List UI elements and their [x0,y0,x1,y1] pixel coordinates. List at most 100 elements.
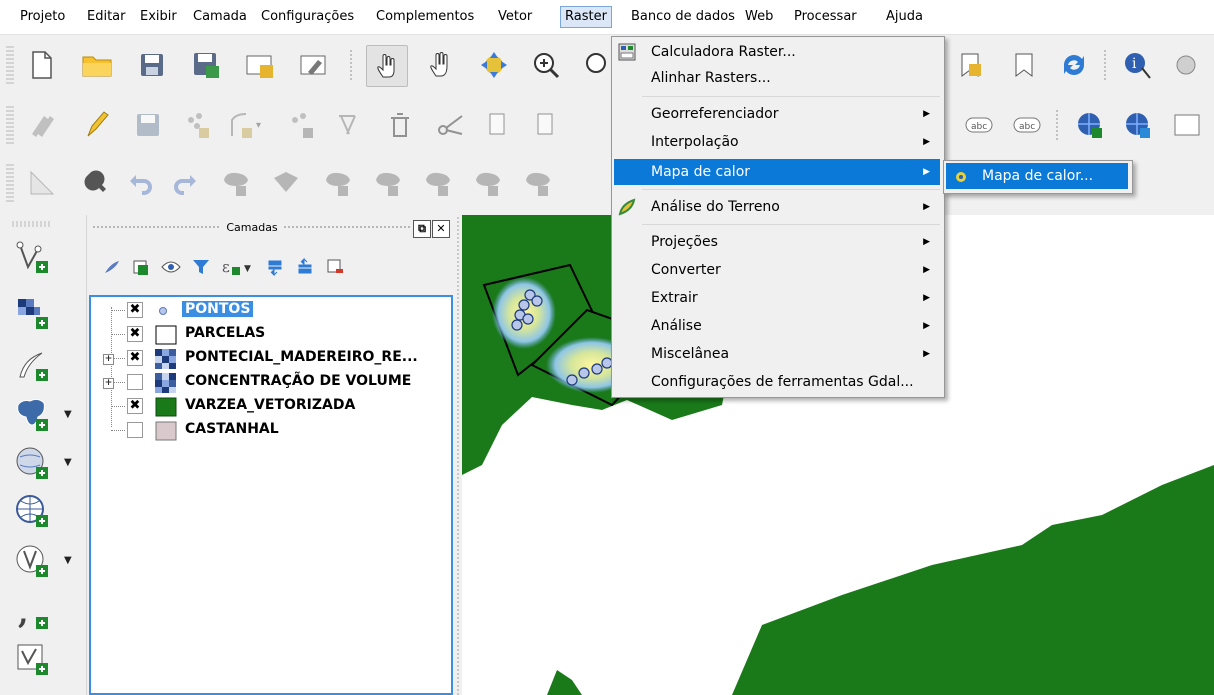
reshape-features-icon[interactable] [468,163,508,203]
toggle-editing-icon[interactable] [76,105,116,145]
filter-by-expression-icon[interactable]: ε ▼ [219,255,259,279]
menu-item-georreferenciador[interactable]: Georreferenciador ▶ [614,101,940,127]
add-group-icon[interactable] [129,255,153,279]
menu-raster[interactable]: Raster [560,6,612,28]
current-edits-icon[interactable] [22,105,62,145]
fill-ring-icon[interactable] [318,163,358,203]
float-panel-icon[interactable]: ⧉ [413,220,431,238]
menu-item-mapa-de-calor-plugin[interactable]: Mapa de calor... [946,163,1128,189]
menu-camada[interactable]: Camada [189,7,251,27]
identify-features-icon[interactable]: i [1118,45,1158,85]
add-wms-layer-icon[interactable] [1070,105,1110,145]
menu-item-calculadora-raster[interactable]: Calculadora Raster... [614,39,940,65]
add-point-feature-icon[interactable] [178,105,218,145]
copy-features-icon[interactable] [478,105,518,145]
new-project-icon[interactable] [22,45,62,85]
add-comma-layer-icon[interactable]: , [8,591,56,635]
delete-selected-icon[interactable] [380,105,420,145]
layer-visibility-checkbox[interactable]: ✖ [127,398,143,414]
delete-ring-icon[interactable] [368,163,408,203]
menu-complementos[interactable]: Complementos [372,7,478,27]
layer-visibility-checkbox[interactable]: ✖ [127,350,143,366]
snapping-icon[interactable] [74,163,114,203]
chevron-down-icon[interactable]: ▼ [64,555,72,566]
offset-curve-icon[interactable] [518,163,558,203]
pan-to-selection-icon[interactable] [474,45,514,85]
add-part-icon[interactable] [266,163,306,203]
new-bookmark-icon[interactable] [950,45,990,85]
close-panel-icon[interactable]: ✕ [432,220,450,238]
manage-visibility-icon[interactable] [159,255,183,279]
open-project-icon[interactable] [78,45,118,85]
menu-item-interpolacao[interactable]: Interpolação ▶ [614,129,940,155]
menu-item-analise[interactable]: Análise ▶ [614,313,940,339]
layer-item-potencial-madeireiro[interactable]: + ✖ PONTECIAL_MADEREIRO_RE... [91,347,451,371]
label-tool-icon[interactable]: abc [960,105,1000,145]
layer-item-castanhal[interactable]: CASTANHAL [91,419,451,443]
layer-item-parcelas[interactable]: ✖ PARCELAS [91,323,451,347]
new-shapefile-layer-icon[interactable] [8,637,56,681]
cut-features-icon[interactable] [430,105,470,145]
menu-configuracoes[interactable]: Configurações [257,7,358,27]
collapse-all-icon[interactable] [293,255,317,279]
add-raster-layer-icon[interactable] [8,291,56,335]
layer-visibility-checkbox[interactable] [127,422,143,438]
expand-all-icon[interactable] [263,255,287,279]
toolbar-grip[interactable] [6,106,14,144]
panel-splitter[interactable] [454,215,462,695]
undo-icon[interactable] [120,163,160,203]
menu-ajuda[interactable]: Ajuda [882,7,927,27]
menu-item-configuracoes-gdal[interactable]: Configurações de ferramentas Gdal... [614,369,940,395]
add-postgis-layer-icon[interactable] [8,393,56,437]
menu-banco-de-dados[interactable]: Banco de dados [627,7,739,27]
chevron-down-icon[interactable]: ▼ [64,457,72,468]
layer-visibility-checkbox[interactable]: ✖ [127,302,143,318]
pan-map-icon[interactable] [420,45,460,85]
style-panel-icon[interactable] [99,255,123,279]
layer-item-concentracao-de-volume[interactable]: + CONCENTRAÇÃO DE VOLUME [91,371,451,395]
add-wms-wmts-layer-icon[interactable] [8,489,56,533]
menu-editar[interactable]: Editar [83,7,130,27]
zoom-out-icon[interactable] [574,45,614,85]
vertex-tool-icon[interactable] [282,105,322,145]
menu-item-analise-do-terreno[interactable]: Análise do Terreno ▶ [614,194,940,220]
add-vector-layer-icon[interactable] [8,235,56,279]
remove-layer-icon[interactable] [323,255,347,279]
toolbar-grip[interactable] [6,46,14,84]
show-bookmarks-icon[interactable] [1004,45,1044,85]
add-delimited-text-icon[interactable] [8,343,56,387]
menu-item-projecoes[interactable]: Projeções ▶ [614,229,940,255]
chevron-down-icon[interactable]: ▼ [64,409,72,420]
menu-item-miscelanea[interactable]: Miscelânea ▶ [614,341,940,367]
filter-legend-icon[interactable] [189,255,213,279]
paste-features-icon[interactable] [526,105,566,145]
toolbar-grip[interactable] [6,164,14,202]
toolbar-grip[interactable] [12,221,52,227]
add-spatialite-layer-icon[interactable] [8,441,56,485]
add-wfs-layer-icon[interactable] [1118,105,1158,145]
add-ring-icon[interactable] [216,163,256,203]
layer-visibility-checkbox[interactable]: ✖ [127,326,143,342]
save-layer-edits-icon[interactable] [128,105,168,145]
layer-item-pontos[interactable]: ✖ PONTOS [91,299,451,323]
menu-item-extrair[interactable]: Extrair ▶ [614,285,940,311]
menu-item-converter[interactable]: Converter ▶ [614,257,940,283]
menu-vetor[interactable]: Vetor [494,7,536,27]
refresh-icon[interactable] [1054,45,1094,85]
python-console-icon[interactable] [1166,105,1206,145]
menu-item-alinhar-rasters[interactable]: Alinhar Rasters... [614,65,940,91]
menu-processar[interactable]: Processar [790,7,861,27]
cad-tools-icon[interactable] [22,163,62,203]
menu-exibir[interactable]: Exibir [136,7,181,27]
new-print-layout-icon[interactable] [240,45,280,85]
touch-zoom-pan-icon[interactable] [366,45,408,87]
layer-visibility-checkbox[interactable] [127,374,143,390]
save-as-icon[interactable] [186,45,226,85]
menu-web[interactable]: Web [741,7,777,27]
zoom-in-icon[interactable] [526,45,566,85]
layer-item-varzea-vetorizada[interactable]: ✖ VARZEA_VETORIZADA [91,395,451,419]
menu-item-mapa-de-calor[interactable]: Mapa de calor ▶ [614,159,940,185]
measure-icon[interactable] [1166,45,1206,85]
layout-manager-icon[interactable] [294,45,334,85]
delete-part-icon[interactable] [418,163,458,203]
